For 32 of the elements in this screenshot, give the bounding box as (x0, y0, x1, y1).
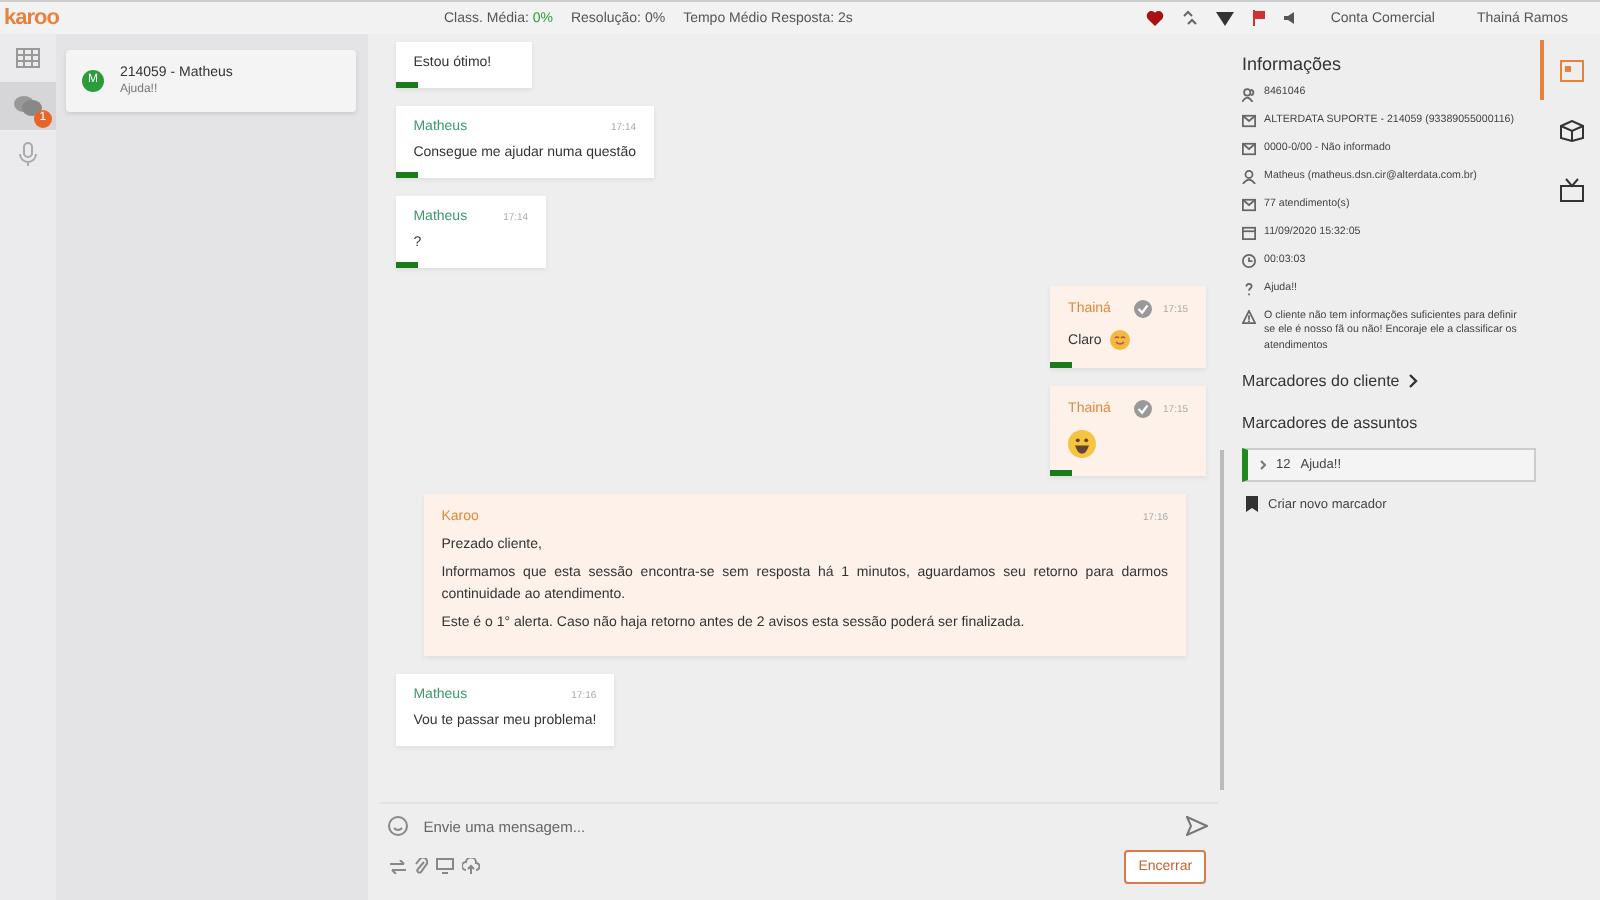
heart-icon[interactable] (1146, 10, 1165, 26)
check-icon (1133, 400, 1152, 418)
people-icon (1242, 87, 1257, 101)
cloud-icon[interactable] (461, 858, 480, 874)
envelope-icon (1242, 142, 1257, 157)
grin-icon (1068, 430, 1097, 458)
paperclip-icon[interactable] (413, 858, 428, 874)
bookmark-icon (1246, 496, 1259, 513)
scrollbar[interactable] (1220, 450, 1225, 790)
flag-icon[interactable] (1252, 10, 1267, 26)
monitor-icon[interactable] (435, 858, 454, 874)
warning-icon (1242, 310, 1257, 324)
question-icon (1242, 282, 1257, 297)
send-icon[interactable] (1186, 816, 1209, 836)
clock-icon (1242, 254, 1257, 269)
section-title: Informações (1242, 54, 1344, 74)
emoji-icon[interactable] (387, 816, 408, 836)
chevron-right-icon (1407, 374, 1418, 389)
client-markers-link[interactable]: Marcadores do cliente (1242, 372, 1418, 391)
tv-icon (1560, 178, 1585, 202)
logo: karoo (2, 6, 61, 30)
microphone-icon (17, 142, 38, 166)
section-title: Marcadores de assuntos (1242, 414, 1420, 433)
calendar-icon (1242, 226, 1257, 241)
box-icon (1560, 119, 1585, 141)
chevron-right-icon (1260, 460, 1267, 471)
grid-icon (15, 48, 40, 68)
person-icon (1242, 170, 1257, 185)
contact-card-icon (1560, 59, 1585, 81)
check-icon (1133, 300, 1152, 318)
smiley-icon (1109, 330, 1130, 350)
swap-icon[interactable] (389, 859, 406, 873)
